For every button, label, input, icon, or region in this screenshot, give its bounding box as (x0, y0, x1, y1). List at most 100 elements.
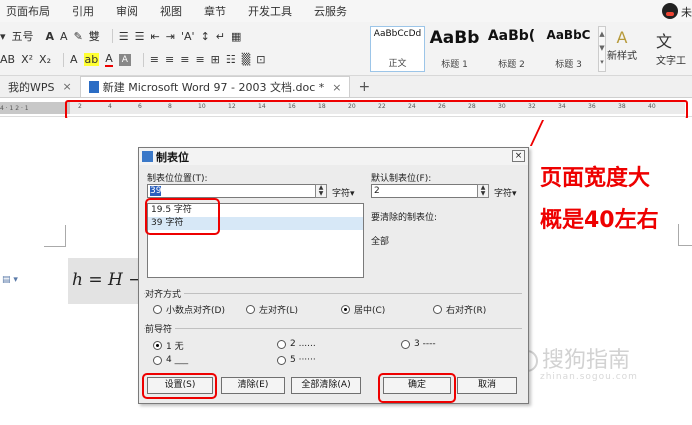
superscript-button[interactable]: X² (21, 53, 33, 66)
tab-my-wps[interactable]: 我的WPS × (0, 76, 80, 97)
document-tabs: 我的WPS × 新建 Microsoft Word 97 - 2003 文档.d… (0, 76, 692, 98)
distribute-icon[interactable]: ⊞ (211, 53, 220, 66)
style-heading-2[interactable]: AaBb( 标题 2 (484, 26, 539, 72)
highlight-button[interactable]: ab (83, 53, 100, 66)
paragraph-mark-icon[interactable]: ↵ (216, 30, 225, 43)
menu-developer[interactable]: 开发工具 (248, 3, 292, 19)
phonetic-guide-button[interactable]: 雙 (89, 28, 100, 44)
ruler-margin: 4 · 1 2 · 1 (0, 102, 70, 114)
leader-none-radio[interactable]: 1 无 (153, 339, 184, 352)
menu-view[interactable]: 视图 (160, 3, 182, 19)
menu-references[interactable]: 引用 (72, 3, 94, 19)
dialog-titlebar[interactable]: 制表位 (139, 148, 528, 165)
default-tab-label: 默认制表位(F): (371, 174, 432, 184)
page-margin-mark-right (678, 224, 692, 246)
char-spacing-button[interactable]: AB (0, 53, 15, 66)
sort-icon[interactable]: ↕ (201, 30, 210, 43)
new-tab-button[interactable]: + (350, 76, 378, 97)
leader-dashes-radio[interactable]: 3 ---- (401, 339, 436, 349)
cancel-button[interactable]: 取消 (457, 377, 517, 394)
char-border-button[interactable]: A (118, 53, 131, 66)
shading-icon[interactable]: ▒ (242, 53, 250, 66)
text-effect-button[interactable]: A (70, 53, 78, 66)
tab-current-document[interactable]: 新建 Microsoft Word 97 - 2003 文档.doc * × (79, 76, 351, 97)
clear-tabs-value: 全部 (371, 237, 390, 247)
ok-button-highlight-box (378, 373, 456, 403)
align-right-icon[interactable]: ≡ (180, 53, 189, 66)
close-icon[interactable]: × (63, 80, 72, 93)
style-gallery: AaBbCcDd 正文 AaBb 标题 1 AaBb( 标题 2 AaBbC 标… (370, 26, 606, 72)
menu-section[interactable]: 章节 (204, 3, 226, 19)
align-right-radio[interactable]: 右对齐(R) (433, 303, 486, 316)
leader-underline-radio[interactable]: 4 ___ (153, 355, 188, 365)
justify-icon[interactable]: ≡ (195, 53, 204, 66)
decrease-indent-icon[interactable]: ⇤ (151, 30, 160, 43)
layout-options-icon[interactable]: ▤ ▾ (2, 275, 18, 285)
tab-position-spinner[interactable]: ▲ ▼ (315, 184, 327, 198)
formula-block[interactable]: h = H − (68, 258, 148, 304)
style-normal[interactable]: AaBbCcDd 正文 (370, 26, 425, 72)
style-heading-3[interactable]: AaBbC 标题 3 (541, 26, 596, 72)
increase-indent-icon[interactable]: ⇥ (166, 30, 175, 43)
numbered-list-icon[interactable]: ☰ (135, 30, 145, 43)
case-change-icon[interactable]: 'A' (181, 30, 195, 43)
watermark-url: zhinan.sogou.com (540, 372, 638, 382)
new-style-button[interactable]: A 新样式 (600, 28, 644, 62)
close-icon[interactable]: × (512, 150, 525, 162)
font-size-select[interactable]: ▾ 五号 (0, 28, 40, 44)
divider (62, 52, 64, 67)
qq-penguin-icon[interactable] (662, 3, 678, 19)
border-icon[interactable]: ⊡ (256, 53, 265, 66)
shrink-font-button[interactable]: A (60, 30, 68, 43)
divider (142, 52, 144, 67)
watermark: 搜狗指南 (516, 342, 630, 374)
text-tool-icon: 文 (656, 32, 673, 51)
ribbon-row-font: ▾ 五号 A A ✎ 雙 ☰ ☰ ⇤ ⇥ 'A' ↕ ↵ ▦ (0, 28, 247, 44)
clear-format-icon[interactable]: ✎ (74, 30, 83, 43)
clear-tabs-label: 要清除的制表位: (371, 213, 438, 223)
ruler-highlight-box (65, 100, 688, 120)
default-tab-unit[interactable]: 字符▾ (494, 186, 517, 199)
align-left-icon[interactable]: ≡ (150, 53, 159, 66)
leader-group-line (144, 328, 522, 329)
default-tab-input[interactable]: 2 (371, 184, 483, 198)
close-icon[interactable]: × (332, 81, 341, 94)
divider (111, 29, 113, 43)
align-left-radio[interactable]: 左对齐(L) (246, 303, 298, 316)
bullet-list-icon[interactable]: ☰ (119, 30, 129, 43)
line-spacing-icon[interactable]: ☷ (226, 53, 236, 66)
align-decimal-radio[interactable]: 小数点对齐(D) (153, 303, 225, 316)
leader-group-label: 前导符 (145, 322, 176, 335)
text-tool-button[interactable]: 文 文字工 (656, 28, 686, 67)
align-center-radio[interactable]: 居中(C) (341, 303, 385, 316)
align-group-label: 对齐方式 (145, 287, 185, 300)
set-button-highlight-box (142, 373, 217, 399)
dialog-app-icon (142, 151, 153, 162)
clear-all-button[interactable]: 全部清除(A) (291, 377, 361, 394)
tab-position-input[interactable]: 39 (147, 184, 323, 198)
tab-position-unit[interactable]: 字符▾ (332, 186, 355, 199)
menu-page-layout[interactable]: 页面布局 (6, 3, 50, 19)
ribbon: ▾ 五号 A A ✎ 雙 ☰ ☰ ⇤ ⇥ 'A' ↕ ↵ ▦ AB X² X₂ A… (0, 22, 692, 76)
menu-bar: 页面布局 引用 审阅 视图 章节 开发工具 云服务 未 (0, 0, 692, 22)
annotation-text: 页面宽度大 (540, 166, 651, 191)
clear-button[interactable]: 清除(E) (221, 377, 285, 394)
ribbon-row-format: AB X² X₂ A ab A A ≡ ≡ ≡ ≡ ⊞ ☷ ▒ ⊡ (0, 52, 271, 67)
tab-position-label: 制表位位置(T): (147, 174, 208, 184)
page-margin-mark (44, 225, 66, 247)
grow-font-button[interactable]: A (46, 30, 55, 43)
list-highlight-box (145, 198, 220, 235)
font-color-button[interactable]: A (105, 52, 113, 67)
table-icon[interactable]: ▦ (231, 30, 241, 43)
default-tab-spinner[interactable]: ▲ ▼ (477, 184, 489, 198)
align-center-icon[interactable]: ≡ (165, 53, 174, 66)
user-text: 未 (681, 6, 692, 19)
style-heading-1[interactable]: AaBb 标题 1 (427, 26, 482, 72)
annotation-text: 概是40左右 (540, 208, 659, 233)
menu-review[interactable]: 审阅 (116, 3, 138, 19)
leader-middots-radio[interactable]: 5 ······ (277, 355, 316, 365)
subscript-button[interactable]: X₂ (39, 53, 51, 66)
menu-cloud[interactable]: 云服务 (314, 3, 347, 19)
new-style-icon: A (616, 28, 628, 47)
leader-dots-radio[interactable]: 2 ...... (277, 339, 316, 349)
